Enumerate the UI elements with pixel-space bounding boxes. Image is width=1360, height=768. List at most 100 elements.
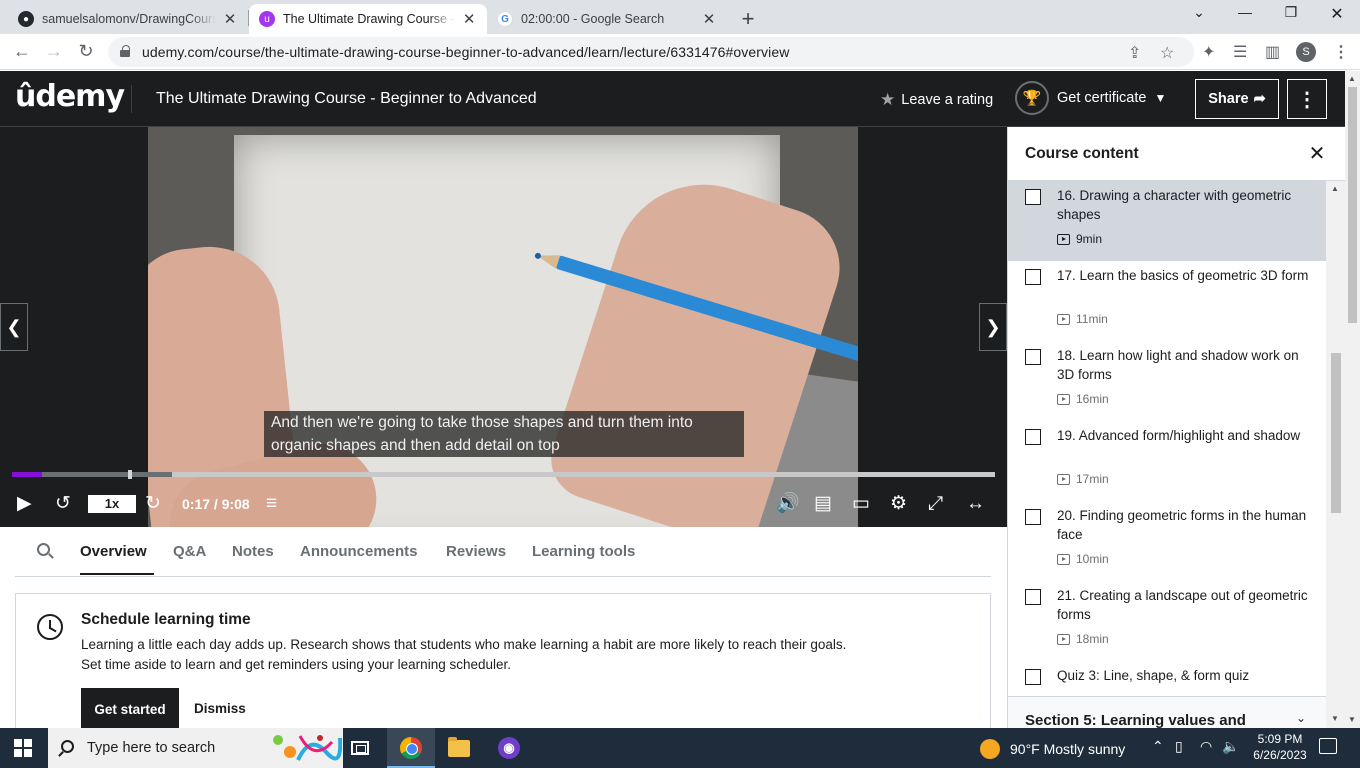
udemy-icon: u bbox=[259, 11, 275, 27]
get-certificate-button[interactable]: 🏆 Get certificate ▼ bbox=[1015, 81, 1166, 115]
forward-5s-icon[interactable]: ↻ bbox=[145, 491, 161, 517]
notification-center-icon[interactable] bbox=[1319, 738, 1337, 754]
lecture-checkbox[interactable] bbox=[1025, 269, 1041, 285]
lecture-checkbox[interactable] bbox=[1025, 349, 1041, 365]
page-scrollbar[interactable]: ▲ ▼ bbox=[1345, 71, 1360, 728]
new-tab-button[interactable]: + bbox=[737, 6, 759, 32]
profile-avatar[interactable]: S bbox=[1296, 42, 1316, 62]
side-panel-icon[interactable]: ▥ bbox=[1265, 42, 1280, 62]
dismiss-button[interactable]: Dismiss bbox=[194, 701, 246, 716]
playback-speed-button[interactable]: 1x bbox=[88, 495, 136, 513]
browser-tab-google[interactable]: G 02:00:00 - Google Search ✕ bbox=[487, 4, 727, 34]
extensions-icon[interactable]: ✦ bbox=[1202, 42, 1215, 62]
leave-rating-button[interactable]: ★ Leave a rating bbox=[880, 90, 993, 110]
sidebar-scroll-thumb[interactable] bbox=[1331, 353, 1341, 513]
close-tab-icon[interactable]: ✕ bbox=[461, 10, 477, 28]
lecture-checkbox[interactable] bbox=[1025, 509, 1041, 525]
transcript-icon[interactable]: ▤ bbox=[814, 491, 832, 517]
lecture-item[interactable]: 17. Learn the basics of geometric 3D for… bbox=[1008, 261, 1326, 341]
lecture-checkbox[interactable] bbox=[1025, 589, 1041, 605]
browser-toolbar: ← → ↻ udemy.com/course/the-ultimate-draw… bbox=[0, 34, 1360, 70]
expand-width-icon[interactable]: ↔ bbox=[966, 491, 985, 517]
section-header[interactable]: Section 5: Learning values and ⌄ bbox=[1008, 696, 1326, 728]
schedule-line-2: Set time aside to learn and get reminder… bbox=[81, 657, 511, 672]
lecture-item[interactable]: 16. Drawing a character with geometric s… bbox=[1008, 181, 1326, 261]
close-sidebar-icon[interactable]: ✕ bbox=[1306, 141, 1328, 166]
add-note-icon[interactable]: ≡ bbox=[266, 491, 277, 517]
forward-icon[interactable]: → bbox=[43, 41, 65, 62]
tab-learning-tools[interactable]: Learning tools bbox=[532, 543, 635, 560]
get-started-button[interactable]: Get started bbox=[81, 688, 179, 730]
minimize-icon[interactable]: — bbox=[1233, 4, 1257, 20]
scroll-down-icon[interactable]: ▼ bbox=[1331, 714, 1339, 723]
speaker-icon[interactable]: 🔈 bbox=[1222, 738, 1239, 755]
close-tab-icon[interactable]: ✕ bbox=[222, 10, 238, 28]
more-options-button[interactable]: ⋮ bbox=[1287, 79, 1327, 119]
lecture-item[interactable]: 21. Creating a landscape out of geometri… bbox=[1008, 581, 1326, 661]
taskbar-github-desktop[interactable]: ◉ bbox=[485, 728, 533, 768]
tab-announcements[interactable]: Announcements bbox=[300, 543, 418, 560]
tray-chevron-up-icon[interactable]: ⌃ bbox=[1152, 738, 1164, 755]
tab-qa[interactable]: Q&A bbox=[173, 543, 206, 560]
chevron-left-icon: ❮ bbox=[6, 316, 22, 337]
video-frame[interactable] bbox=[148, 127, 858, 527]
lecture-item[interactable]: 19. Advanced form/highlight and shadow 1… bbox=[1008, 421, 1326, 501]
taskbar-chrome[interactable] bbox=[387, 728, 435, 768]
task-view-button[interactable] bbox=[336, 728, 384, 768]
close-tab-icon[interactable]: ✕ bbox=[701, 10, 717, 28]
volume-icon[interactable]: 🔊 bbox=[776, 491, 800, 517]
tab-overview[interactable]: Overview bbox=[80, 543, 147, 560]
video-player[interactable]: And then we're going to take those shape… bbox=[0, 127, 1007, 527]
tab-notes[interactable]: Notes bbox=[232, 543, 274, 560]
scroll-up-icon[interactable]: ▲ bbox=[1331, 184, 1339, 193]
course-title[interactable]: The Ultimate Drawing Course - Beginner t… bbox=[156, 90, 537, 108]
page-scroll-thumb[interactable] bbox=[1348, 87, 1357, 323]
taskbar-search-box[interactable]: Type here to search bbox=[48, 728, 343, 768]
play-button[interactable]: ▶ bbox=[17, 491, 32, 517]
captions-icon[interactable]: ▭ bbox=[852, 491, 870, 517]
taskbar-file-explorer[interactable] bbox=[435, 728, 483, 768]
reload-icon[interactable]: ↻ bbox=[75, 41, 97, 62]
scroll-up-icon[interactable]: ▲ bbox=[1348, 74, 1356, 83]
next-lecture-button[interactable]: ❯ bbox=[979, 303, 1007, 351]
settings-gear-icon[interactable]: ⚙ bbox=[890, 491, 907, 517]
weather-widget[interactable]: 90°F Mostly sunny bbox=[980, 739, 1125, 759]
system-clock[interactable]: 5:09 PM 6/26/2023 bbox=[1244, 731, 1316, 763]
lock-icon[interactable] bbox=[120, 45, 130, 57]
share-page-icon[interactable]: ⇪ bbox=[1128, 43, 1141, 63]
tab-reviews[interactable]: Reviews bbox=[446, 543, 506, 560]
lecture-item[interactable]: 20. Finding geometric forms in the human… bbox=[1008, 501, 1326, 581]
lecture-item[interactable]: 18. Learn how light and shadow work on 3… bbox=[1008, 341, 1326, 421]
sidebar-scrollbar[interactable]: ▲ ▼ bbox=[1326, 181, 1345, 728]
lecture-checkbox[interactable] bbox=[1025, 429, 1041, 445]
bookmark-star-icon[interactable]: ☆ bbox=[1160, 43, 1174, 63]
previous-lecture-button[interactable]: ❮ bbox=[0, 303, 28, 351]
quiz-item[interactable]: Quiz 3: Line, shape, & form quiz bbox=[1008, 661, 1326, 697]
back-icon[interactable]: ← bbox=[11, 41, 33, 62]
get-certificate-label: Get certificate bbox=[1057, 90, 1147, 106]
sidebar-title: Course content bbox=[1025, 145, 1139, 162]
scroll-down-icon[interactable]: ▼ bbox=[1348, 715, 1356, 724]
restore-icon[interactable]: ❐ bbox=[1279, 4, 1303, 21]
browser-tab-strip: ● samuelsalomonv/DrawingCourse ✕ u The U… bbox=[0, 0, 1360, 34]
udemy-logo[interactable]: ûdemy bbox=[15, 79, 125, 114]
browser-tab-udemy[interactable]: u The Ultimate Drawing Course - B ✕ bbox=[249, 4, 487, 34]
rewind-5s-icon[interactable]: ↺ bbox=[55, 491, 71, 517]
fullscreen-icon[interactable]: ⤢ bbox=[928, 491, 943, 517]
tab-search-chevron-icon[interactable]: ⌄ bbox=[1187, 4, 1211, 21]
lecture-checkbox[interactable] bbox=[1025, 669, 1041, 685]
close-window-icon[interactable]: ✕ bbox=[1325, 4, 1349, 24]
search-icon[interactable] bbox=[37, 543, 50, 556]
tray-device-icon[interactable]: ▯ bbox=[1175, 738, 1183, 755]
lecture-checkbox[interactable] bbox=[1025, 189, 1041, 205]
browser-tab-github[interactable]: ● samuelsalomonv/DrawingCourse ✕ bbox=[8, 4, 248, 34]
windows-start-icon[interactable] bbox=[14, 739, 32, 757]
address-bar[interactable]: udemy.com/course/the-ultimate-drawing-co… bbox=[108, 37, 1194, 67]
wifi-icon[interactable]: ◠ bbox=[1200, 738, 1212, 755]
url-text[interactable]: udemy.com/course/the-ultimate-drawing-co… bbox=[142, 44, 789, 60]
lecture-title: 20. Finding geometric forms in the human… bbox=[1057, 508, 1307, 542]
chrome-menu-icon[interactable]: ⋮ bbox=[1333, 42, 1349, 62]
reading-list-icon[interactable]: ☰ bbox=[1233, 42, 1247, 62]
share-button[interactable]: Share ➦ bbox=[1195, 79, 1279, 119]
caption-line-1: And then we're going to take those shape… bbox=[271, 414, 693, 431]
